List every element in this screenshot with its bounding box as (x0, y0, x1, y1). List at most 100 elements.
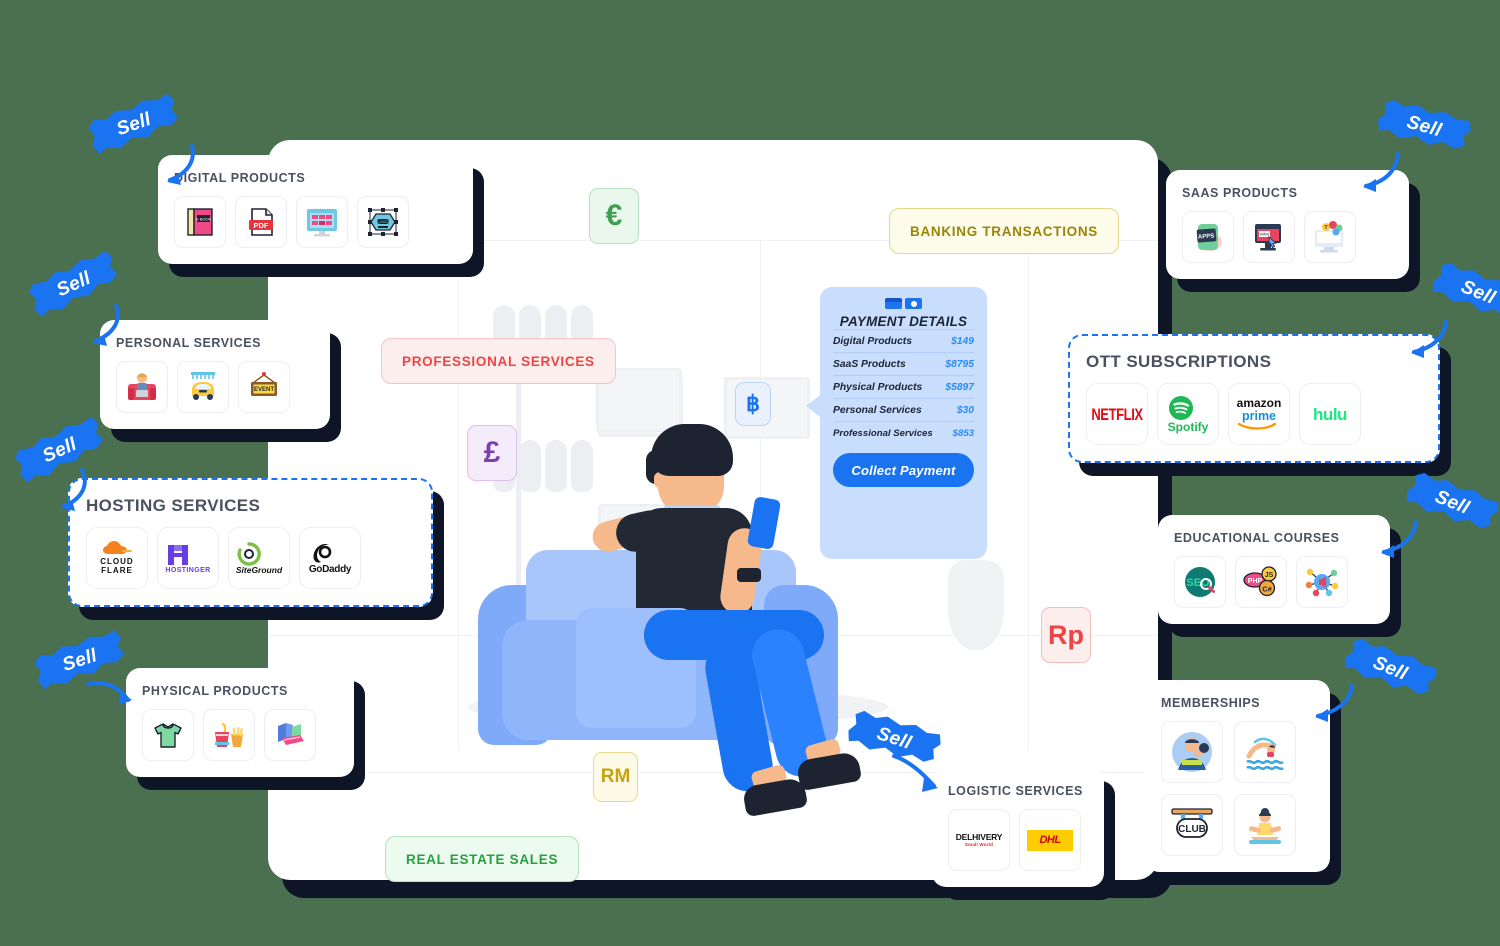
sell-arrow-icon (167, 144, 195, 185)
hulu-logo[interactable]: hulu (1299, 383, 1361, 445)
digital-marketing-icon[interactable] (1296, 556, 1348, 608)
car-wash-icon[interactable] (177, 361, 229, 413)
ebook-icon[interactable]: E-BOOK (174, 196, 226, 248)
payment-row-amount: $30 (956, 404, 974, 416)
prime-label: prime (1241, 408, 1277, 423)
payment-row-label: Personal Services (833, 404, 922, 416)
payment-row-label: Professional Services (833, 427, 933, 439)
svg-text:JS: JS (1265, 572, 1274, 579)
books-icon[interactable] (264, 709, 316, 761)
payment-details-card: PAYMENT DETAILS Digital Products $149 Sa… (820, 287, 987, 559)
payment-row-amount: $149 (951, 335, 974, 347)
cloudflare-label: CLOUD FLARE (100, 556, 134, 575)
person-hair (651, 424, 733, 476)
payment-row-amount: $853 (952, 427, 974, 439)
amazon-label: amazon (1236, 395, 1282, 410)
svg-text:CLUB: CLUB (1178, 824, 1206, 835)
sell-arrow-icon (86, 681, 132, 705)
cloudflare-logo[interactable]: CLOUD FLARE (86, 527, 148, 589)
card-title: OTT SUBSCRIPTIONS (1086, 352, 1272, 371)
infographic-stage: PAYMENT DETAILS Digital Products $149 Sa… (0, 0, 1500, 946)
club-sign-icon[interactable]: CLUB (1161, 794, 1223, 856)
dhl-logo[interactable]: DHL (1019, 809, 1081, 871)
payment-card-title: PAYMENT DETAILS (839, 314, 968, 329)
svg-text:APPS: APPS (1198, 233, 1215, 240)
card-ott-subscriptions: OTT SUBSCRIPTIONS NETFLIX Spotify amazon… (1068, 334, 1440, 463)
event-sign-icon[interactable]: EVENT (238, 361, 290, 413)
food-combo-icon[interactable] (203, 709, 255, 761)
payment-row: Professional Services $853 (833, 421, 974, 444)
delhivery-logo[interactable]: DELHIVERY Small World (948, 809, 1010, 871)
svg-text:C#: C# (1262, 585, 1272, 594)
card-title: MEMBERSHIPS (1161, 696, 1261, 710)
banking-transactions-tag: BANKING TRANSACTIONS (889, 208, 1119, 254)
sell-arrow-icon (1315, 684, 1354, 722)
payment-row: SaaS Products $8795 (833, 352, 974, 375)
delhivery-label: DELHIVERY (955, 831, 1003, 842)
freelancer-icon[interactable] (116, 361, 168, 413)
svg-text:E-BOOK: E-BOOK (196, 216, 212, 221)
smartwatch-icon (737, 568, 761, 582)
card-educational-courses: EDUCATIONAL COURSES SEO PHP JS C# (1158, 515, 1390, 624)
payment-row: Physical Products $5897 (833, 375, 974, 398)
mobile-apps-icon[interactable]: APPS (1182, 211, 1234, 263)
gym-icon[interactable] (1161, 721, 1223, 783)
programming-course-icon[interactable]: PHP JS C# (1235, 556, 1287, 608)
amazon-prime-logo[interactable]: amazon prime (1228, 383, 1290, 445)
rupiah-chip: Rp (1041, 607, 1091, 663)
netflix-logo[interactable]: NETFLIX (1086, 383, 1148, 445)
siteground-label: SiteGround (235, 564, 283, 575)
siteground-logo[interactable]: SiteGround (228, 527, 290, 589)
real-estate-sales-tag: REAL ESTATE SALES (385, 836, 580, 882)
card-title: HOSTING SERVICES (86, 496, 261, 515)
smartphone-icon (746, 496, 782, 550)
spotify-logo[interactable]: Spotify (1157, 383, 1219, 445)
payment-row-label: SaaS Products (833, 358, 906, 370)
collect-payment-button[interactable]: Collect Payment (833, 453, 974, 487)
svg-text:T: T (1324, 225, 1327, 231)
yoga-icon[interactable] (1234, 794, 1296, 856)
tshirt-icon[interactable] (142, 709, 194, 761)
professional-services-tag: PROFESSIONAL SERVICES (381, 338, 616, 384)
dhl-badge: DHL (1027, 829, 1073, 851)
sell-arrow-icon (892, 754, 938, 792)
website-template-icon[interactable] (296, 196, 348, 248)
baht-chip: ฿ (735, 382, 771, 426)
plant-pot (948, 560, 1004, 650)
pdf-icon[interactable]: PDF (235, 196, 287, 248)
dhl-label: DHL (1039, 834, 1061, 846)
payment-row-label: Digital Products (833, 335, 912, 347)
cloud-software-icon[interactable]: T (1304, 211, 1356, 263)
payment-row-amount: $8795 (945, 358, 974, 370)
hostinger-logo[interactable]: HOSTINGER (157, 527, 219, 589)
spotify-label: Spotify (1167, 420, 1209, 434)
payment-row-label: Physical Products (833, 381, 923, 393)
sell-arrow-icon (93, 304, 120, 346)
payment-row-amount: $5897 (945, 381, 974, 393)
godaddy-logo[interactable]: GoDaddy (299, 527, 361, 589)
scene-divider (1028, 240, 1029, 750)
card-and-money-icon (833, 298, 974, 309)
delhivery-tagline: Small World (964, 842, 994, 847)
card-title: DIGITAL PRODUCTS (174, 171, 306, 185)
seo-course-icon[interactable]: SEO (1174, 556, 1226, 608)
pound-chip: £ (467, 425, 517, 481)
logo-design-icon[interactable]: LOGO (357, 196, 409, 248)
swimming-icon[interactable] (1234, 721, 1296, 783)
card-logistic-services: LOGISTIC SERVICES DELHIVERY Small World … (932, 768, 1104, 887)
netflix-label: NETFLIX (1091, 404, 1143, 424)
card-title: PERSONAL SERVICES (116, 336, 262, 350)
sell-arrow-icon (1363, 152, 1400, 192)
payment-row: Digital Products $149 (833, 329, 974, 352)
amazon-smile-icon (1237, 423, 1276, 430)
card-title: EDUCATIONAL COURSES (1174, 531, 1340, 545)
svg-text:www: www (1260, 232, 1270, 237)
card-hosting-services: HOSTING SERVICES CLOUD FLARE HOSTINGER Si… (68, 478, 433, 607)
ringgit-chip: RM (593, 752, 638, 802)
sell-arrow-icon (1381, 520, 1418, 558)
euro-chip: € (589, 188, 639, 244)
card-title: PHYSICAL PRODUCTS (142, 684, 288, 698)
hostinger-label: HOSTINGER (165, 566, 211, 574)
web-app-icon[interactable]: www (1243, 211, 1295, 263)
sell-arrow-icon (1411, 320, 1448, 358)
